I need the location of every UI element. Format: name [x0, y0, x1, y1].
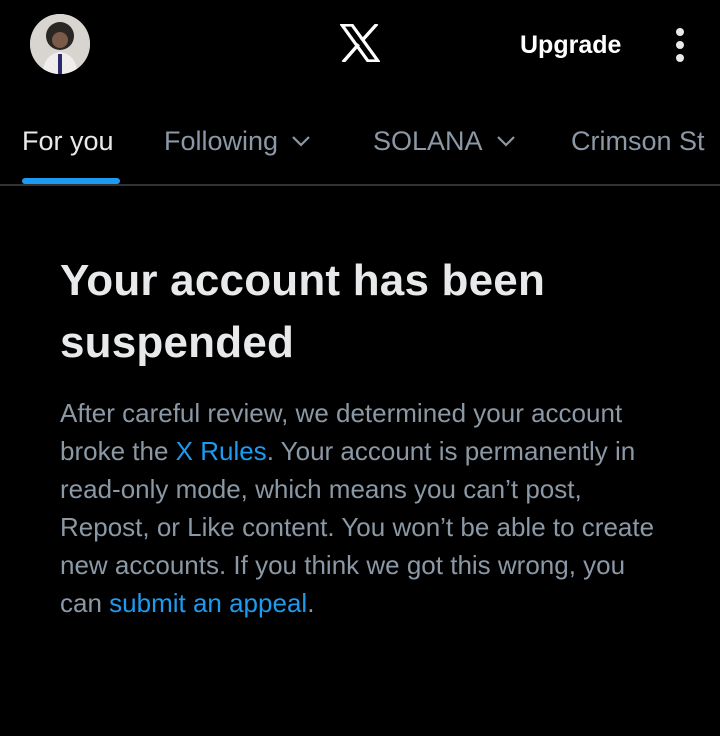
tab-label: Crimson St [571, 126, 705, 156]
tab-following[interactable]: Following [164, 110, 312, 184]
upgrade-button[interactable]: Upgrade [506, 26, 635, 64]
more-dot [676, 28, 684, 36]
notice-body: After careful review, we determined your… [60, 394, 670, 622]
timeline-tabs: For you Following SOLANA Crimson St [0, 110, 720, 186]
avatar-image [30, 14, 90, 74]
tab-crimson[interactable]: Crimson St [571, 110, 705, 184]
app-root: Upgrade For you Following SOLANA Crimson… [0, 0, 720, 736]
tab-label: For you [22, 126, 114, 156]
top-bar: Upgrade [0, 0, 720, 90]
notice-title: Your account has been suspended [60, 256, 546, 367]
notice-body-end: . [307, 588, 315, 618]
more-dot [676, 41, 684, 49]
chevron-down-icon [292, 136, 310, 147]
tab-solana[interactable]: SOLANA [373, 110, 517, 184]
tab-for-you[interactable]: For you [22, 110, 114, 184]
active-tab-indicator [22, 178, 120, 184]
x-logo-icon[interactable] [340, 24, 380, 62]
suspension-notice: Your account has been suspended After ca… [60, 250, 670, 622]
profile-avatar[interactable] [30, 14, 90, 74]
tab-label: SOLANA [373, 126, 483, 156]
more-dot [676, 54, 684, 62]
x-rules-link[interactable]: X Rules [176, 436, 267, 466]
submit-appeal-link[interactable]: submit an appeal [109, 588, 307, 618]
tab-label: Following [164, 126, 279, 156]
more-vertical-icon[interactable] [668, 26, 692, 64]
chevron-down-icon [496, 136, 515, 147]
